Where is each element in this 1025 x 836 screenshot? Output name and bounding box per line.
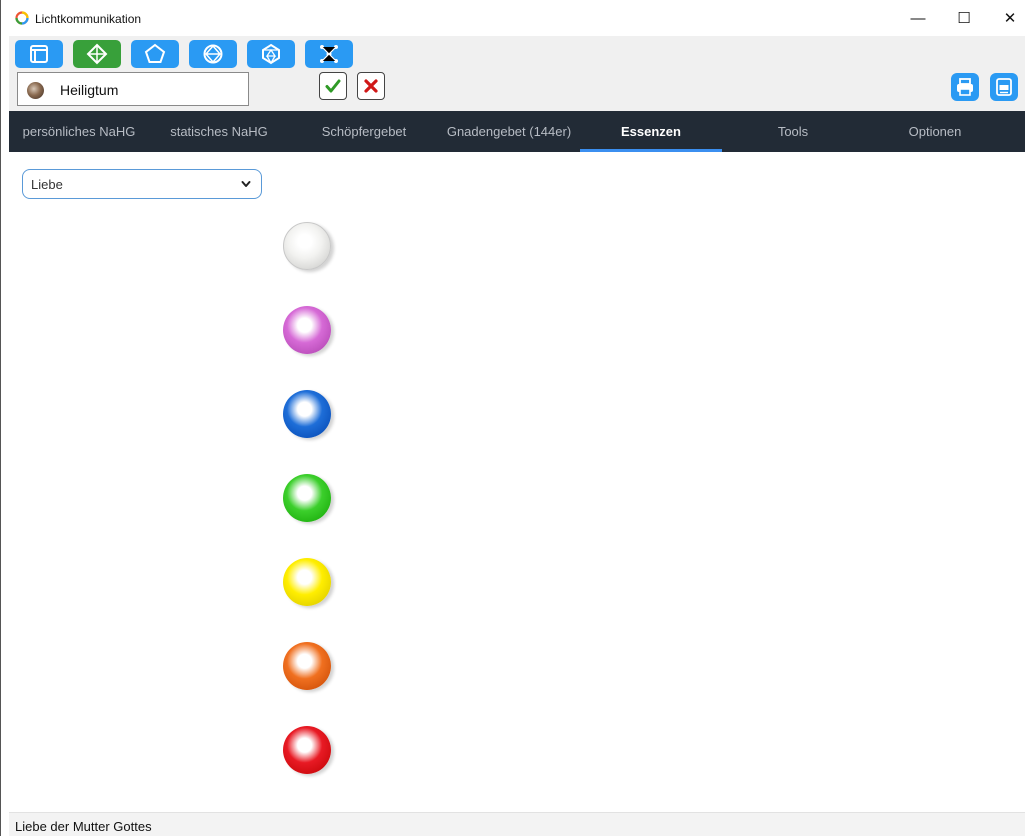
diamond-icon [86,43,108,65]
tab-persoenliches-nahg[interactable]: persönliches NaHG [9,111,149,152]
toolbar: Heiligtum [9,36,1025,111]
status-bar: Liebe der Mutter Gottes [9,812,1025,836]
checkmark-icon [325,79,341,93]
orb-pink[interactable] [283,306,331,354]
print-button[interactable] [951,73,979,101]
person-field[interactable]: Heiligtum [17,72,249,106]
print-pdf-icon [996,78,1012,96]
tab-gnadengebet[interactable]: Gnadengebet (144er) [434,111,584,152]
tab-schoepfergebet[interactable]: Schöpfergebet [299,111,429,152]
icosahedron-icon [262,43,280,65]
network-icon [320,45,338,63]
confirm-button[interactable] [319,72,347,100]
tool-pentagon-button[interactable] [131,40,179,68]
chevron-down-icon [241,181,251,187]
orb-orange[interactable] [283,642,331,690]
tool-window-button[interactable] [15,40,63,68]
tab-essenzen[interactable]: Essenzen [580,111,722,152]
tab-tools[interactable]: Tools [722,111,864,152]
close-icon [364,79,378,93]
window-icon [30,45,48,63]
orb-blue[interactable] [283,390,331,438]
app-window: Lichtkommunikation — ☐ ✕ Heiligtum persö… [0,0,1025,836]
avatar [27,82,44,99]
minimize-button[interactable]: — [895,0,941,36]
window-title: Lichtkommunikation [35,12,142,26]
tool-polyhedron-button[interactable] [189,40,237,68]
polyhedron-icon [203,44,223,64]
orb-green[interactable] [283,474,331,522]
tab-bar: persönliches NaHG statisches NaHG Schöpf… [9,111,1025,152]
orb-yellow[interactable] [283,558,331,606]
orb-red[interactable] [283,726,331,774]
pentagon-icon [144,43,166,63]
essence-select[interactable]: Liebe [22,169,262,199]
close-window-button[interactable]: ✕ [987,0,1025,36]
app-logo-icon [15,11,29,25]
print-pdf-button[interactable] [990,73,1018,101]
tab-statisches-nahg[interactable]: statisches NaHG [149,111,289,152]
tool-network-button[interactable] [305,40,353,68]
cancel-button[interactable] [357,72,385,100]
tool-diamond-button[interactable] [73,40,121,68]
person-name: Heiligtum [60,82,119,98]
tool-icosahedron-button[interactable] [247,40,295,68]
tab-optionen[interactable]: Optionen [864,111,1006,152]
maximize-button[interactable]: ☐ [941,0,987,36]
print-icon [957,78,973,96]
title-bar: Lichtkommunikation — ☐ ✕ [1,0,1025,36]
status-text: Liebe der Mutter Gottes [15,819,152,834]
orb-white[interactable] [283,222,331,270]
essence-select-value: Liebe [31,177,63,192]
